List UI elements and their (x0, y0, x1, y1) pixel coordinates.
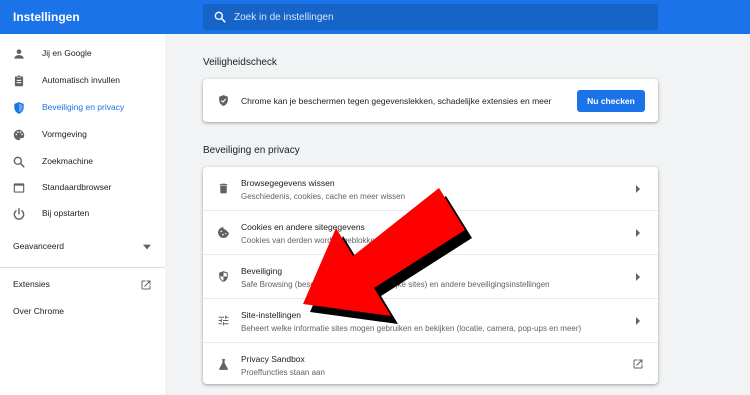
row-title: Site-instellingen (241, 310, 302, 320)
row-clear-browsing-data[interactable]: Browsegegevens wissen Geschiedenis, cook… (203, 167, 658, 211)
caret-down-icon (143, 244, 151, 250)
sidebar: Jij en Google Automatisch invullen Bevei… (0, 34, 165, 395)
flask-icon (219, 359, 228, 370)
row-subtitle: Safe Browsing (bescherming tegen gevaarl… (241, 280, 550, 289)
row-subtitle: Beheert welke informatie sites mogen geb… (241, 324, 582, 333)
safety-check-heading: Veiligheidscheck (203, 57, 277, 68)
sidebar-item-you-and-google[interactable]: Jij en Google (0, 41, 165, 67)
row-security[interactable]: Beveiliging Safe Browsing (bescherming t… (203, 255, 658, 299)
sidebar-item-label: Bij opstarten (42, 208, 90, 218)
shield-icon (14, 102, 24, 114)
clipboard-icon (14, 74, 24, 87)
row-subtitle: Geschiedenis, cookies, cache en meer wis… (241, 192, 406, 201)
search-icon (13, 156, 25, 168)
palette-icon (13, 129, 25, 141)
open-in-new-icon (141, 280, 151, 290)
top-bar: Instellingen (0, 0, 750, 34)
row-subtitle: Proeffuncties staan aan (241, 368, 325, 377)
row-title: Privacy Sandbox (241, 354, 305, 364)
search-icon (214, 11, 226, 23)
safety-check-card: Chrome kan je beschermen tegen gegevensl… (203, 79, 658, 122)
chevron-right-icon (636, 185, 640, 193)
shield-check-icon (219, 95, 228, 106)
app-title: Instellingen (13, 10, 80, 24)
sidebar-advanced-toggle[interactable]: Geavanceerd (0, 234, 165, 260)
security-shield-icon (219, 271, 228, 282)
person-icon (14, 49, 24, 59)
security-privacy-card: Browsegegevens wissen Geschiedenis, cook… (203, 167, 658, 384)
sidebar-item-label: Jij en Google (42, 48, 92, 58)
sidebar-item-search-engine[interactable]: Zoekmachine (0, 149, 165, 175)
search-box[interactable] (203, 4, 658, 30)
cookie-icon (218, 227, 229, 238)
row-subtitle: Cookies van derden worden geblokkeerd in… (241, 236, 465, 245)
sidebar-item-label: Beveiliging en privacy (42, 102, 125, 112)
sidebar-item-label: Zoekmachine (42, 156, 94, 166)
security-privacy-heading: Beveiliging en privacy (203, 145, 300, 156)
safety-check-text: Chrome kan je beschermen tegen gegevensl… (241, 96, 552, 106)
extensions-label: Extensies (13, 279, 50, 289)
sidebar-divider (0, 267, 165, 268)
about-chrome-label: Over Chrome (13, 306, 65, 316)
sidebar-item-label: Vormgeving (42, 129, 87, 139)
browser-icon (13, 183, 25, 193)
sidebar-item-label: Standaardbrowser (42, 182, 112, 192)
sidebar-item-label: Automatisch invullen (42, 75, 120, 85)
sidebar-item-default-browser[interactable]: Standaardbrowser (0, 175, 165, 201)
row-title: Cookies en andere sitegegevens (241, 222, 365, 232)
search-input[interactable] (234, 4, 644, 30)
sidebar-item-on-startup[interactable]: Bij opstarten (0, 201, 165, 227)
row-title: Browsegegevens wissen (241, 178, 335, 188)
row-cookies[interactable]: Cookies en andere sitegegevens Cookies v… (203, 211, 658, 255)
row-privacy-sandbox[interactable]: Privacy Sandbox Proeffuncties staan aan (203, 343, 658, 387)
sidebar-item-appearance[interactable]: Vormgeving (0, 122, 165, 148)
open-in-new-icon (633, 359, 643, 369)
sidebar-item-extensions[interactable]: Extensies (0, 272, 165, 298)
sidebar-item-security-privacy[interactable]: Beveiliging en privacy (0, 95, 165, 121)
trash-icon (219, 183, 228, 194)
row-title: Beveiliging (241, 266, 283, 276)
sidebar-item-about-chrome[interactable]: Over Chrome (0, 299, 165, 325)
chevron-right-icon (636, 229, 640, 237)
power-icon (13, 208, 25, 220)
advanced-label: Geavanceerd (13, 241, 65, 251)
check-now-button[interactable]: Nu checken (577, 90, 645, 112)
tune-icon (218, 315, 229, 326)
chevron-right-icon (636, 273, 640, 281)
sidebar-item-autofill[interactable]: Automatisch invullen (0, 68, 165, 94)
row-site-settings[interactable]: Site-instellingen Beheert welke informat… (203, 299, 658, 343)
chevron-right-icon (636, 317, 640, 325)
